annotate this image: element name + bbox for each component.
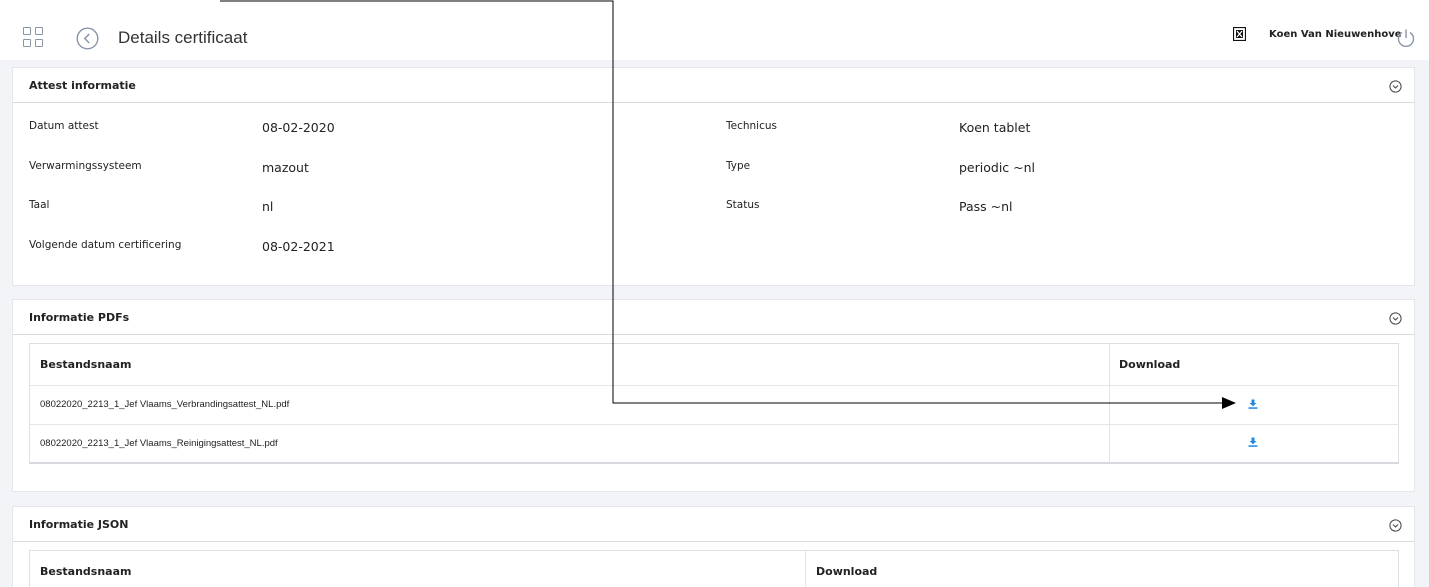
- power-icon[interactable]: [1396, 28, 1416, 48]
- json-table: Bestandsnaam Download: [29, 550, 1399, 587]
- field-label: Type: [726, 160, 751, 172]
- column-header-download: Download: [816, 565, 878, 578]
- user-badge-icon: [1233, 27, 1246, 41]
- attest-panel: Attest informatie Datum attest 08-02-202…: [12, 67, 1415, 286]
- download-icon[interactable]: [1248, 437, 1258, 447]
- pdfs-panel-header[interactable]: Informatie PDFs: [13, 300, 1414, 335]
- filename-cell: 08022020_2213_1_Jef Vlaams_Verbrandingsa…: [40, 399, 290, 410]
- field-label: Status: [726, 199, 760, 211]
- table-row: 08022020_2213_1_Jef Vlaams_Verbrandingsa…: [30, 385, 1398, 424]
- field-label: Volgende datum certificering: [29, 239, 182, 251]
- chevron-down-circle-icon[interactable]: [1389, 312, 1402, 325]
- pdfs-table: Bestandsnaam Download 08022020_2213_1_Je…: [29, 343, 1399, 464]
- field-value: Koen tablet: [959, 120, 1031, 135]
- page-title: Details certificaat: [118, 28, 248, 47]
- json-panel-header[interactable]: Informatie JSON: [13, 507, 1414, 542]
- apps-grid-icon[interactable]: [23, 27, 45, 49]
- field-label: Technicus: [726, 120, 777, 132]
- panel-title: Informatie PDFs: [29, 311, 130, 324]
- back-icon[interactable]: [76, 27, 99, 50]
- column-header-filename: Bestandsnaam: [40, 358, 132, 371]
- field-value: Pass ~nl: [959, 199, 1013, 214]
- field-label: Datum attest: [29, 120, 99, 132]
- column-header-filename: Bestandsnaam: [40, 565, 132, 578]
- top-bar: Details certificaat Koen Van Nieuwenhove: [0, 0, 1429, 60]
- chevron-down-circle-icon[interactable]: [1389, 80, 1402, 93]
- field-value: 08-02-2020: [262, 120, 335, 135]
- field-value: mazout: [262, 160, 309, 175]
- field-value: periodic ~nl: [959, 160, 1036, 175]
- filename-cell: 08022020_2213_1_Jef Vlaams_Reinigingsatt…: [40, 438, 278, 449]
- table-header-row: Bestandsnaam Download: [30, 551, 1398, 587]
- attest-panel-header[interactable]: Attest informatie: [13, 68, 1414, 103]
- field-value: 08-02-2021: [262, 239, 335, 254]
- field-label: Taal: [29, 199, 50, 211]
- panel-title: Attest informatie: [29, 79, 136, 92]
- user-name[interactable]: Koen Van Nieuwenhove: [1269, 29, 1402, 40]
- panel-title: Informatie JSON: [29, 518, 129, 531]
- pdfs-panel: Informatie PDFs Bestandsnaam Download 08…: [12, 299, 1415, 492]
- table-row: 08022020_2213_1_Jef Vlaams_Reinigingsatt…: [30, 424, 1398, 462]
- table-header-row: Bestandsnaam Download: [30, 344, 1398, 385]
- json-panel: Informatie JSON Bestandsnaam Download: [12, 506, 1415, 587]
- chevron-down-circle-icon[interactable]: [1389, 519, 1402, 532]
- column-header-download: Download: [1119, 358, 1181, 371]
- field-value: nl: [262, 199, 274, 214]
- download-icon[interactable]: [1248, 399, 1258, 409]
- field-label: Verwarmingssysteem: [29, 160, 142, 172]
